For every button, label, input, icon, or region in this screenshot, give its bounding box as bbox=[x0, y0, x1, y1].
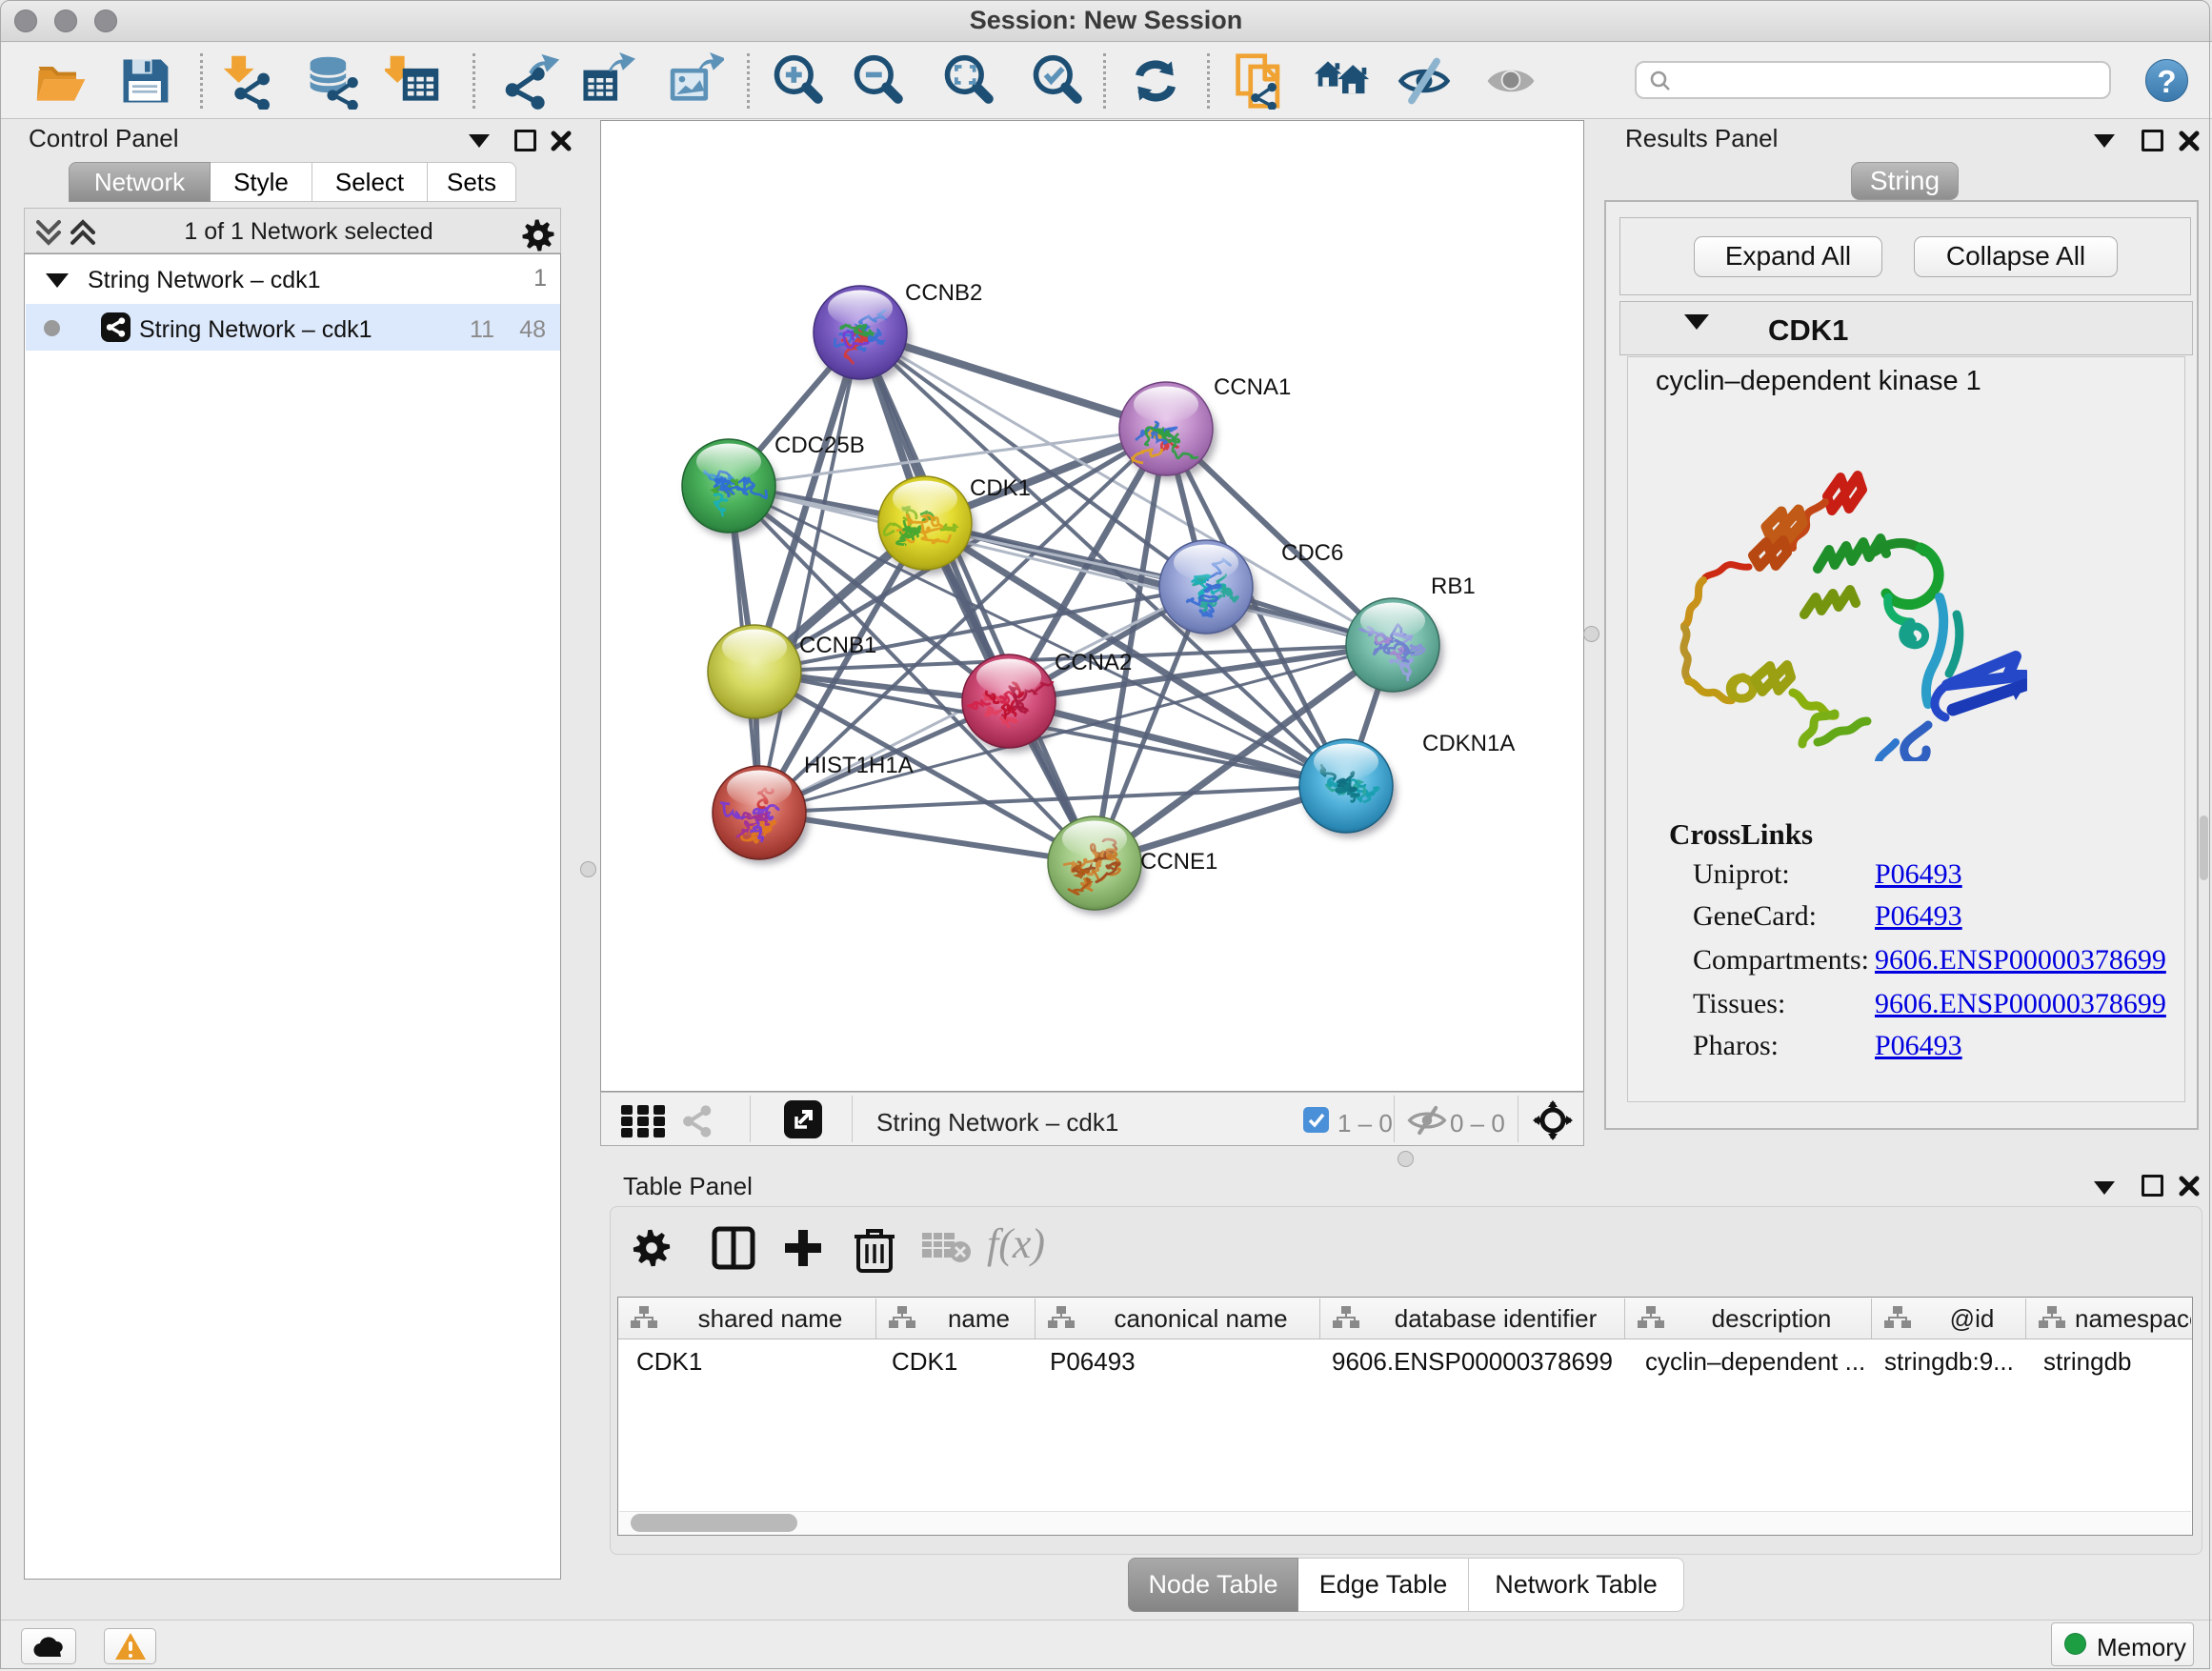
svg-text:CDC25B: CDC25B bbox=[774, 433, 865, 458]
svg-text:CCNA2: CCNA2 bbox=[1055, 650, 1132, 675]
svg-text:CDKN1A: CDKN1A bbox=[1422, 731, 1515, 756]
svg-text:CCNB2: CCNB2 bbox=[905, 280, 982, 306]
svg-text:CCNA1: CCNA1 bbox=[1214, 374, 1291, 400]
svg-text:CCNE1: CCNE1 bbox=[1140, 849, 1217, 875]
svg-text:RB1: RB1 bbox=[1431, 574, 1476, 599]
svg-text:CDK1: CDK1 bbox=[970, 475, 1031, 501]
svg-text:CDC6: CDC6 bbox=[1281, 540, 1343, 566]
svg-text:HIST1H1A: HIST1H1A bbox=[804, 753, 914, 778]
svg-text:CCNB1: CCNB1 bbox=[799, 633, 876, 658]
